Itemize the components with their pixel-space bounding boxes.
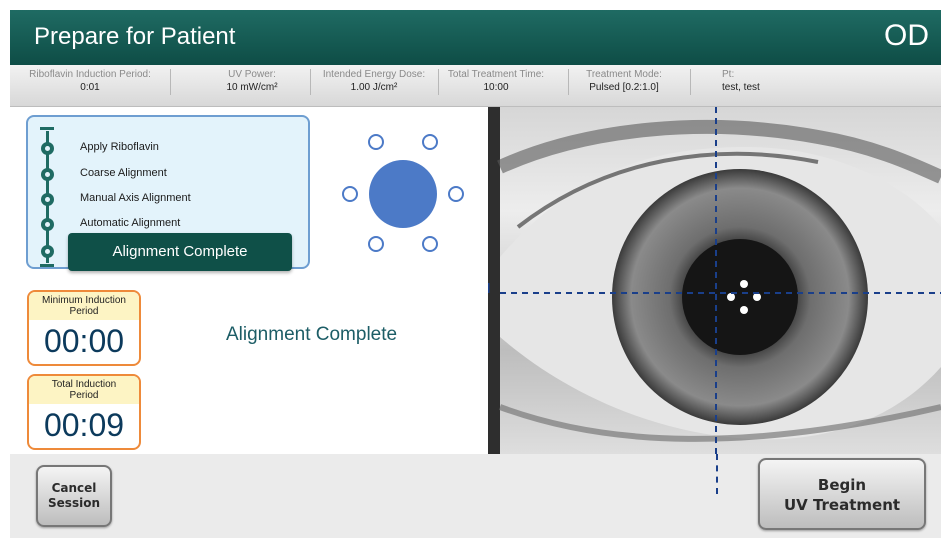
info-label: Total Treatment Time:	[447, 69, 545, 80]
timer-label: Minimum Induction	[42, 295, 126, 306]
info-label: Treatment Mode:	[586, 69, 662, 80]
step-automatic-alignment: Automatic Alignment	[80, 217, 181, 229]
step-dot	[41, 168, 54, 181]
step-dot	[41, 142, 54, 155]
info-energy-dose: Intended Energy Dose: 1.00 J/cm²	[312, 68, 436, 94]
step-dot	[41, 193, 54, 206]
info-uv-power: UV Power: 10 mW/cm²	[196, 68, 308, 94]
fixation-target-icon	[340, 130, 466, 252]
app-window: Prepare for Patient OD Riboflavin Induct…	[10, 10, 941, 538]
eye-image	[488, 107, 941, 454]
timer-label: Period	[69, 306, 99, 317]
step-apply-riboflavin: Apply Riboflavin	[80, 141, 159, 153]
fixation-led	[422, 236, 438, 252]
info-label: UV Power:	[228, 69, 276, 80]
cancel-session-button[interactable]: Cancel Session	[36, 465, 112, 527]
page-title: Prepare for Patient	[34, 23, 236, 50]
minimum-induction-timer: Minimum Induction Period 00:00	[27, 290, 141, 366]
divider	[310, 69, 311, 95]
header-bar: Prepare for Patient OD	[10, 10, 941, 65]
timer-label: Period	[69, 390, 99, 401]
fixation-led	[448, 186, 464, 202]
crosshair-vertical-extension	[716, 454, 718, 494]
timer-value: 00:00	[43, 323, 125, 359]
info-value: 0:01	[80, 82, 100, 93]
info-value: 10 mW/cm²	[226, 82, 278, 93]
step-dot	[41, 218, 54, 231]
info-value: test, test	[722, 82, 760, 93]
info-treatment-mode: Treatment Mode: Pulsed [0.2:1.0]	[572, 68, 676, 94]
timer-header: Minimum Induction Period	[29, 292, 139, 320]
info-induction-period: Riboflavin Induction Period: 0:01	[14, 68, 166, 94]
begin-uv-treatment-button[interactable]: Begin UV Treatment	[758, 458, 926, 530]
button-label: Cancel	[51, 481, 97, 495]
fixation-led	[422, 134, 438, 150]
timer-value: 00:09	[43, 407, 125, 443]
step-coarse-alignment: Coarse Alignment	[80, 167, 167, 179]
info-label: Riboflavin Induction Period:	[29, 69, 151, 80]
fixation-led	[342, 186, 358, 202]
step-dot	[41, 245, 54, 258]
timer-label: Total Induction	[51, 379, 117, 390]
alignment-progress-panel: Apply Riboflavin Coarse Alignment Manual…	[26, 115, 310, 271]
total-induction-timer: Total Induction Period 00:09	[27, 374, 141, 450]
bottom-action-bar: Cancel Session Begin UV Treatment	[10, 454, 941, 538]
progress-track-icon	[40, 127, 54, 267]
step-alignment-complete: Alignment Complete	[68, 233, 292, 271]
fixation-led	[368, 134, 384, 150]
info-value: 10:00	[483, 82, 509, 93]
eye-indicator: OD	[884, 19, 929, 52]
timer-header: Total Induction Period	[29, 376, 139, 404]
button-label: Session	[48, 496, 100, 510]
button-label: UV Treatment	[783, 496, 901, 514]
button-label: Begin	[817, 476, 867, 494]
divider	[438, 69, 439, 95]
eye-camera-view	[488, 107, 941, 454]
divider	[170, 69, 171, 95]
info-treatment-time: Total Treatment Time: 10:00	[440, 68, 552, 94]
track-cap-bottom	[40, 264, 54, 267]
info-label: Pt:	[722, 69, 735, 80]
step-manual-axis-alignment: Manual Axis Alignment	[80, 192, 191, 204]
treatment-info-strip: Riboflavin Induction Period: 0:01 UV Pow…	[10, 65, 941, 107]
info-patient: Pt: test, test	[722, 68, 802, 94]
alignment-status-text: Alignment Complete	[226, 324, 398, 345]
info-value: Pulsed [0.2:1.0]	[589, 82, 659, 93]
track-cap-top	[40, 127, 54, 130]
fixation-center-dot	[369, 160, 437, 228]
divider	[568, 69, 569, 95]
info-value: 1.00 J/cm²	[350, 82, 398, 93]
info-label: Intended Energy Dose:	[322, 69, 426, 80]
divider	[690, 69, 691, 95]
fixation-led	[368, 236, 384, 252]
